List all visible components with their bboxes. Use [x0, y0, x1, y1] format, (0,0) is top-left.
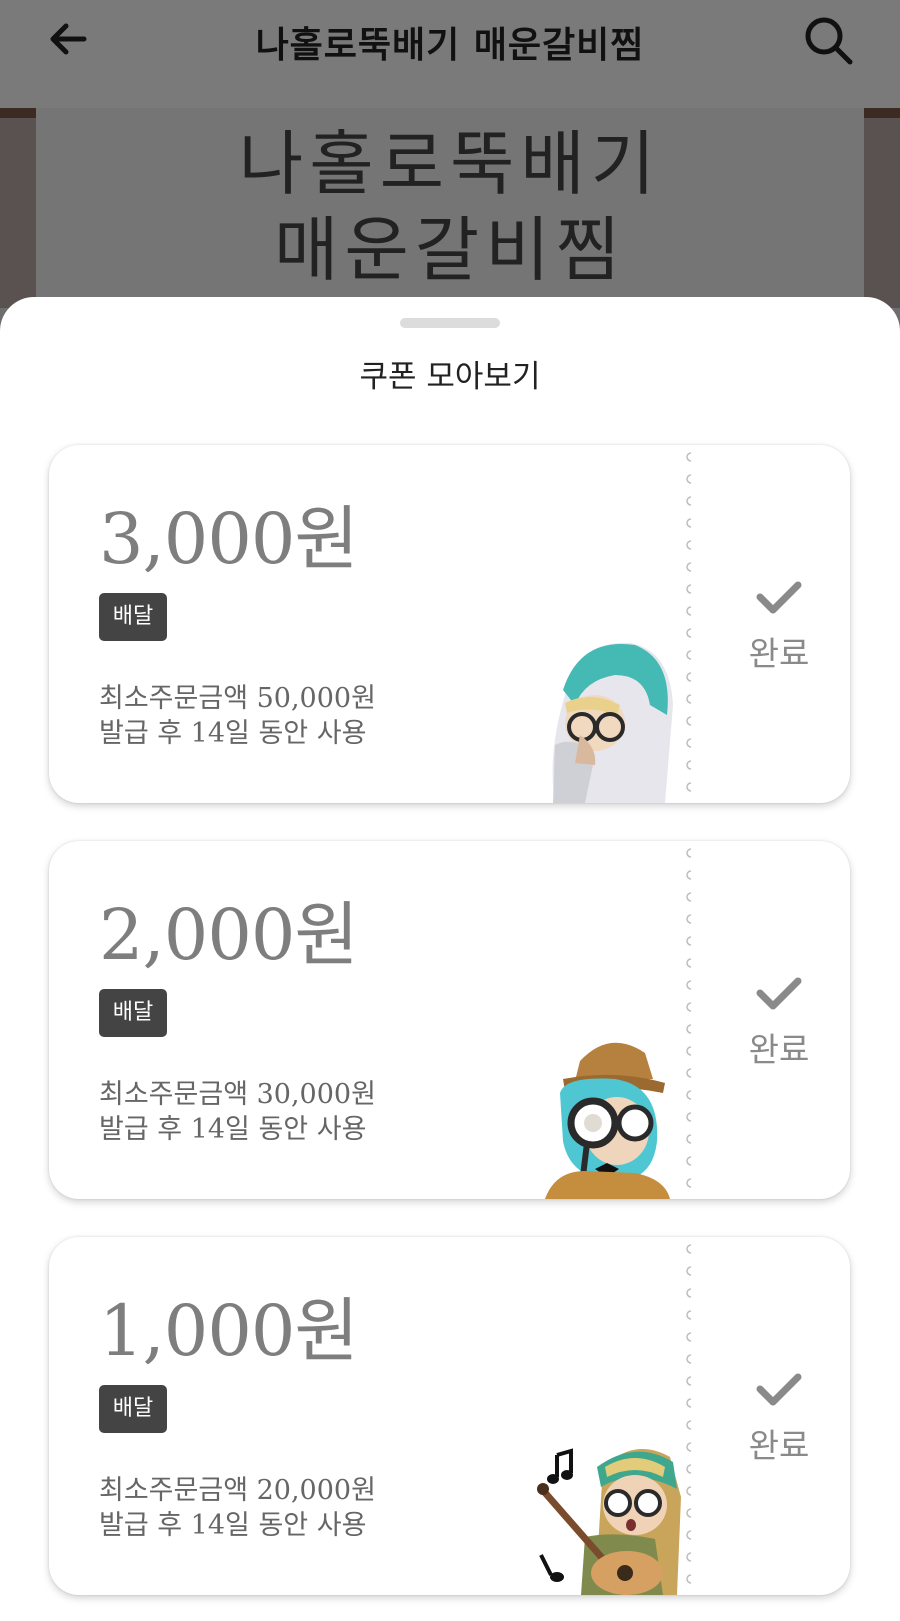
coupon-status: 완료 [709, 1369, 849, 1467]
status-label: 완료 [748, 1030, 810, 1069]
coupon-card[interactable]: 3,000원 배달 최소주문금액 50,000원 발급 후 14일 동안 사용 [49, 445, 850, 803]
delivery-tag: 배달 [99, 989, 167, 1037]
top-app-bar: 나홀로뚝배기 매운갈비찜 [0, 0, 900, 108]
min-order-text: 최소주문금액 20,000원 [99, 1475, 376, 1506]
coupon-card[interactable]: 2,000원 배달 최소주문금액 30,000원 발급 후 14일 동안 사용 [49, 841, 850, 1199]
coupon-conditions: 최소주문금액 20,000원 발급 후 14일 동안 사용 [99, 1473, 376, 1543]
coupon-status: 완료 [709, 577, 849, 675]
coupon-amount: 2,000원 [99, 894, 359, 976]
delivery-tag: 배달 [99, 593, 167, 641]
perforation-divider [686, 452, 692, 792]
coupon-card[interactable]: 1,000원 배달 최소주문금액 20,000원 발급 후 14일 동안 사용 [49, 1237, 850, 1595]
coupon-amount: 1,000원 [99, 1290, 359, 1372]
status-label: 완료 [748, 634, 810, 673]
page-title: 나홀로뚝배기 매운갈비찜 [255, 25, 645, 66]
min-order-text: 최소주문금액 30,000원 [99, 1079, 376, 1110]
sheet-drag-handle[interactable] [400, 318, 500, 328]
validity-text: 발급 후 14일 동안 사용 [99, 1114, 367, 1145]
banner-edge-left [0, 108, 36, 308]
delivery-tag: 배달 [99, 1385, 167, 1433]
coupon-conditions: 최소주문금액 30,000원 발급 후 14일 동안 사용 [99, 1077, 376, 1147]
coupon-bottom-sheet: 쿠폰 모아보기 3,000원 배달 최소주문금액 50,000원 발급 후 14… [0, 297, 900, 1621]
perforation-divider [686, 848, 692, 1188]
coupon-status: 완료 [709, 973, 849, 1071]
banner-edge-right [864, 108, 900, 308]
coupon-conditions: 최소주문금액 50,000원 발급 후 14일 동안 사용 [99, 681, 376, 751]
check-icon [756, 1373, 802, 1406]
mascot-illustration [552, 642, 673, 803]
check-icon [756, 977, 802, 1010]
store-banner: 나홀로뚝배기 매운갈비찜 [36, 108, 864, 308]
check-icon [756, 581, 802, 614]
validity-text: 발급 후 14일 동안 사용 [99, 718, 367, 749]
mascot-illustration [545, 1042, 670, 1199]
search-icon[interactable] [800, 12, 856, 68]
validity-text: 발급 후 14일 동안 사용 [99, 1510, 367, 1541]
sheet-title: 쿠폰 모아보기 [359, 359, 541, 395]
mascot-illustration [537, 1448, 681, 1595]
perforation-divider [686, 1244, 692, 1584]
banner-title-line2: 매운갈비찜 [274, 209, 626, 291]
coupon-amount: 3,000원 [99, 498, 359, 580]
min-order-text: 최소주문금액 50,000원 [99, 683, 376, 714]
status-label: 완료 [748, 1426, 810, 1465]
